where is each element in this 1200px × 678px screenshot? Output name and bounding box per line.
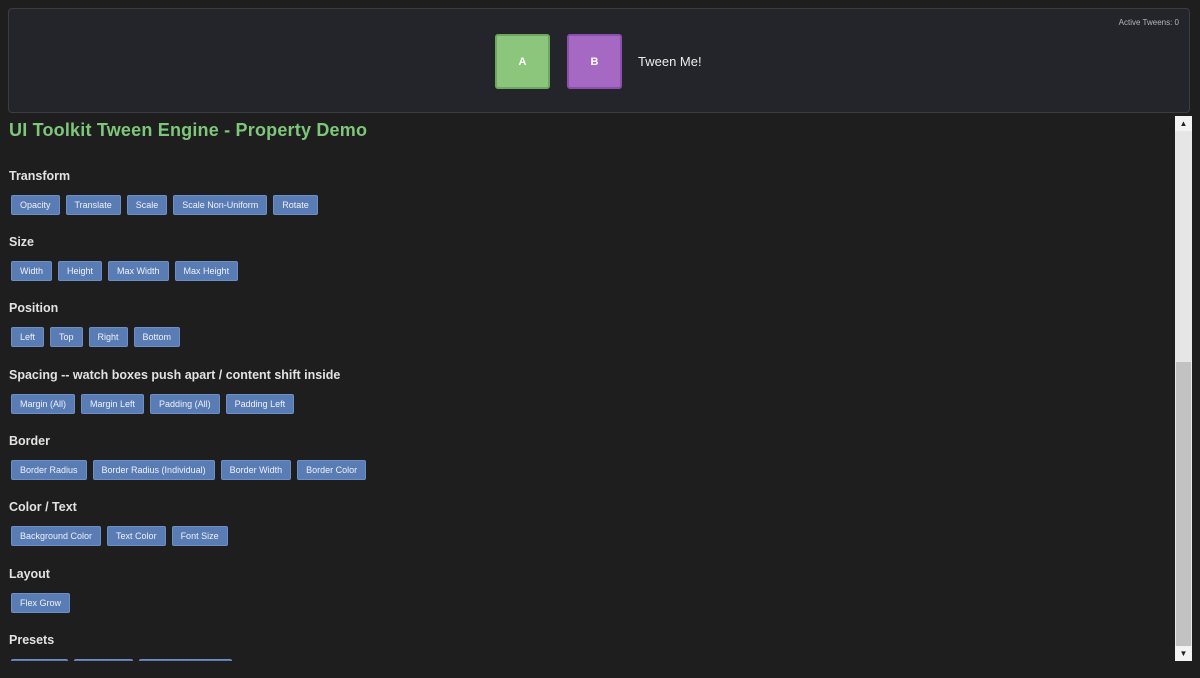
button-row — [9, 659, 232, 661]
right-button[interactable]: Right — [88, 327, 128, 347]
scale-non-uniform-button[interactable]: Scale Non-Uniform — [173, 195, 268, 215]
property-demo-scroll-view[interactable]: UI Toolkit Tween Engine - Property Demo … — [0, 116, 1175, 661]
border-color-button[interactable]: Border Color — [297, 460, 367, 480]
left-button[interactable]: Left — [11, 327, 45, 347]
rotate-button[interactable]: Rotate — [273, 195, 318, 215]
section-layout: Layout Flex Grow — [9, 566, 71, 613]
section-spacing: Spacing -- watch boxes push apart / cont… — [9, 367, 340, 414]
section-title: Border — [9, 434, 50, 448]
active-tweens-counter: Active Tweens: 0 — [1118, 18, 1179, 27]
border-radius-individual-button[interactable]: Border Radius (Individual) — [92, 460, 215, 480]
translate-button[interactable]: Translate — [65, 195, 121, 215]
button-row: Margin (All) Margin Left Padding (All) P… — [9, 394, 340, 414]
section-title: Position — [9, 301, 59, 315]
section-size: Size Width Height Max Width Max Height — [9, 234, 239, 281]
section-title: Transform — [9, 169, 71, 183]
button-row: Flex Grow — [9, 593, 71, 613]
bottom-button[interactable]: Bottom — [133, 327, 181, 347]
button-row: Left Top Right Bottom — [9, 327, 181, 347]
section-title: Spacing -- watch boxes push apart / cont… — [9, 368, 341, 382]
button-row: Opacity Translate Scale Scale Non-Unifor… — [9, 195, 318, 215]
border-radius-button[interactable]: Border Radius — [11, 460, 87, 480]
max-width-button[interactable]: Max Width — [108, 261, 169, 281]
preset-button[interactable] — [74, 659, 133, 661]
button-row: Border Radius Border Radius (Individual)… — [9, 460, 367, 480]
margin-all-button[interactable]: Margin (All) — [11, 394, 76, 414]
section-title: Color / Text — [9, 500, 77, 514]
max-height-button[interactable]: Max Height — [174, 261, 239, 281]
tween-me-label: Tween Me! — [638, 54, 702, 69]
preset-button[interactable] — [11, 659, 68, 661]
page-title: UI Toolkit Tween Engine - Property Demo — [9, 120, 368, 140]
tween-box-b: B — [567, 34, 622, 89]
width-button[interactable]: Width — [11, 261, 53, 281]
scroll-down-icon[interactable]: ▼ — [1175, 646, 1192, 661]
section-presets: Presets — [9, 632, 232, 661]
opacity-button[interactable]: Opacity — [11, 195, 60, 215]
margin-left-button[interactable]: Margin Left — [81, 394, 145, 414]
padding-left-button[interactable]: Padding Left — [225, 394, 295, 414]
vertical-scrollbar[interactable]: ▲ ▼ — [1175, 116, 1192, 661]
top-button[interactable]: Top — [50, 327, 83, 347]
background-color-button[interactable]: Background Color — [11, 526, 102, 546]
scroll-thumb[interactable] — [1176, 362, 1191, 646]
height-button[interactable]: Height — [58, 261, 103, 281]
tween-preview-panel: Active Tweens: 0 A B Tween Me! — [8, 8, 1190, 113]
flex-grow-button[interactable]: Flex Grow — [11, 593, 71, 613]
tween-box-a: A — [495, 34, 550, 89]
text-color-button[interactable]: Text Color — [107, 526, 166, 546]
button-row: Background Color Text Color Font Size — [9, 526, 228, 546]
section-title: Presets — [9, 633, 55, 647]
preset-button[interactable] — [139, 659, 232, 661]
section-border: Border Border Radius Border Radius (Indi… — [9, 433, 367, 480]
button-row: Width Height Max Width Max Height — [9, 261, 239, 281]
scroll-up-icon[interactable]: ▲ — [1175, 116, 1192, 131]
section-color-text: Color / Text Background Color Text Color… — [9, 499, 228, 546]
padding-all-button[interactable]: Padding (All) — [150, 394, 220, 414]
section-position: Position Left Top Right Bottom — [9, 300, 181, 347]
section-transform: Transform Opacity Translate Scale Scale … — [9, 168, 318, 215]
section-title: Size — [9, 235, 35, 249]
font-size-button[interactable]: Font Size — [171, 526, 228, 546]
border-width-button[interactable]: Border Width — [220, 460, 292, 480]
scale-button[interactable]: Scale — [126, 195, 168, 215]
section-title: Layout — [9, 567, 50, 581]
